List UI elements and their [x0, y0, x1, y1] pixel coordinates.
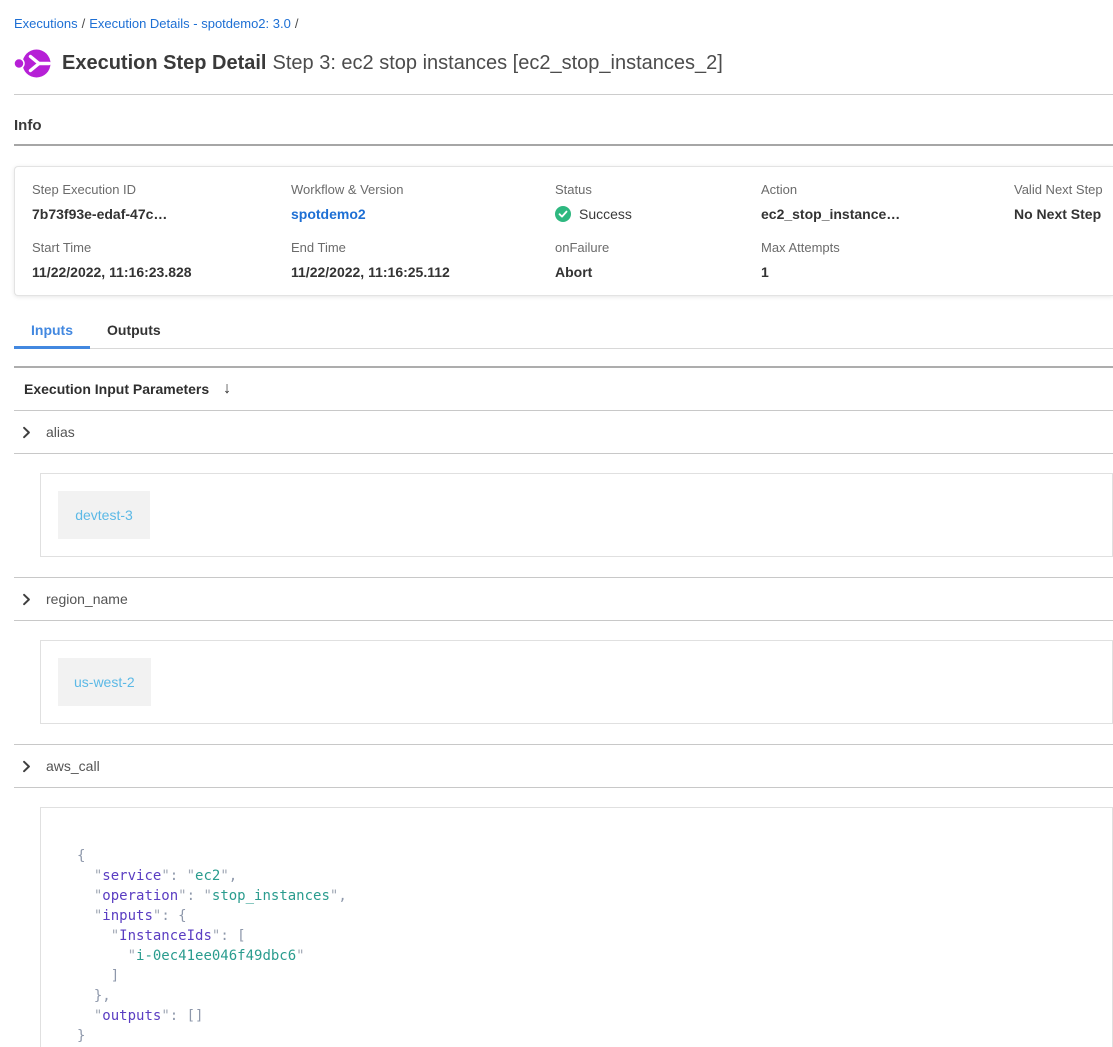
field-workflow-version: Workflow & Version spotdemo2: [291, 182, 555, 222]
status-text: Success: [579, 206, 632, 222]
field-status: Status Success: [555, 182, 761, 222]
field-end-time: End Time 11/22/2022, 11:16:25.112: [291, 240, 555, 280]
section-region-name-header[interactable]: region_name: [0, 578, 1113, 620]
section-region-name-label: region_name: [46, 591, 128, 607]
section-alias-header[interactable]: alias: [0, 411, 1113, 453]
field-value: 11/22/2022, 11:16:25.112: [291, 264, 555, 280]
page-title-step: Step 3: ec2 stop instances [ec2_stop_ins…: [273, 52, 723, 74]
field-value: 11/22/2022, 11:16:23.828: [32, 264, 291, 280]
workflow-link[interactable]: spotdemo2: [291, 206, 555, 222]
aws-call-code-panel: { "service": "ec2", "operation": "stop_i…: [40, 807, 1113, 1047]
chevron-right-icon: [20, 593, 33, 606]
field-empty: [1014, 240, 1113, 280]
down-arrow-icon[interactable]: ↓: [223, 380, 231, 398]
field-label: onFailure: [555, 240, 761, 255]
info-heading: Info: [14, 117, 1113, 134]
execution-input-parameters-label: Execution Input Parameters: [24, 381, 209, 397]
field-label: Valid Next Step: [1014, 182, 1113, 197]
alias-value-chip: devtest-3: [58, 491, 150, 539]
field-onfailure: onFailure Abort: [555, 240, 761, 280]
title-divider: [14, 94, 1113, 95]
inputs-outputs-tabs: Inputs Outputs: [14, 318, 1113, 349]
breadcrumb-link-executions[interactable]: Executions: [14, 16, 78, 31]
field-label: Max Attempts: [761, 240, 1014, 255]
field-max-attempts: Max Attempts 1: [761, 240, 1014, 280]
tab-outputs[interactable]: Outputs: [90, 318, 178, 348]
field-value: 1: [761, 264, 1014, 280]
page-title-main: Execution Step Detail: [62, 52, 267, 74]
breadcrumb-link-execution-details[interactable]: Execution Details - spotdemo2: 3.0: [89, 16, 291, 31]
region-name-value-panel: us-west-2: [40, 640, 1113, 724]
region-name-value-chip: us-west-2: [58, 658, 151, 706]
field-label: End Time: [291, 240, 555, 255]
section-aws-call-label: aws_call: [46, 758, 100, 774]
field-label: Workflow & Version: [291, 182, 555, 197]
chevron-right-icon: [20, 760, 33, 773]
field-label: Start Time: [32, 240, 291, 255]
field-label: Action: [761, 182, 1014, 197]
section-divider: [14, 453, 1113, 454]
status-badge: Success: [555, 206, 761, 222]
section-alias-label: alias: [46, 424, 75, 440]
execution-step-detail-page: Executions/Execution Details - spotdemo2…: [0, 0, 1113, 1047]
json-code: { "service": "ec2", "operation": "stop_i…: [77, 846, 1096, 1046]
field-valid-next-step: Valid Next Step No Next Step: [1014, 182, 1113, 222]
breadcrumb-separator: /: [291, 16, 303, 31]
alias-value-panel: devtest-3: [40, 473, 1113, 557]
section-divider: [14, 787, 1113, 788]
field-label: Status: [555, 182, 761, 197]
field-value: Abort: [555, 264, 761, 280]
execution-input-parameters-header: Execution Input Parameters ↓: [24, 380, 1113, 398]
field-start-time: Start Time 11/22/2022, 11:16:23.828: [32, 240, 291, 280]
page-header: Execution Step Detail Step 3: ec2 stop in…: [14, 47, 1113, 80]
tabs-divider: [14, 366, 1113, 368]
check-circle-icon: [555, 206, 571, 222]
fylamynt-logo-icon: [14, 47, 51, 80]
section-aws-call-header[interactable]: aws_call: [0, 745, 1113, 787]
field-value: 7b73f93e-edaf-47c…: [32, 206, 291, 222]
tab-inputs[interactable]: Inputs: [14, 318, 90, 348]
page-title: Execution Step Detail Step 3: ec2 stop in…: [62, 52, 723, 75]
field-label: Step Execution ID: [32, 182, 291, 197]
chevron-right-icon: [20, 426, 33, 439]
section-divider: [14, 620, 1113, 621]
field-value: No Next Step: [1014, 206, 1113, 222]
info-divider: [14, 144, 1113, 146]
field-value: ec2_stop_instance…: [761, 206, 1014, 222]
field-action: Action ec2_stop_instance…: [761, 182, 1014, 222]
step-info-card: Step Execution ID 7b73f93e-edaf-47c… Wor…: [14, 166, 1113, 296]
field-step-execution-id: Step Execution ID 7b73f93e-edaf-47c…: [32, 182, 291, 222]
breadcrumb-separator: /: [78, 16, 90, 31]
breadcrumb: Executions/Execution Details - spotdemo2…: [0, 0, 1113, 31]
